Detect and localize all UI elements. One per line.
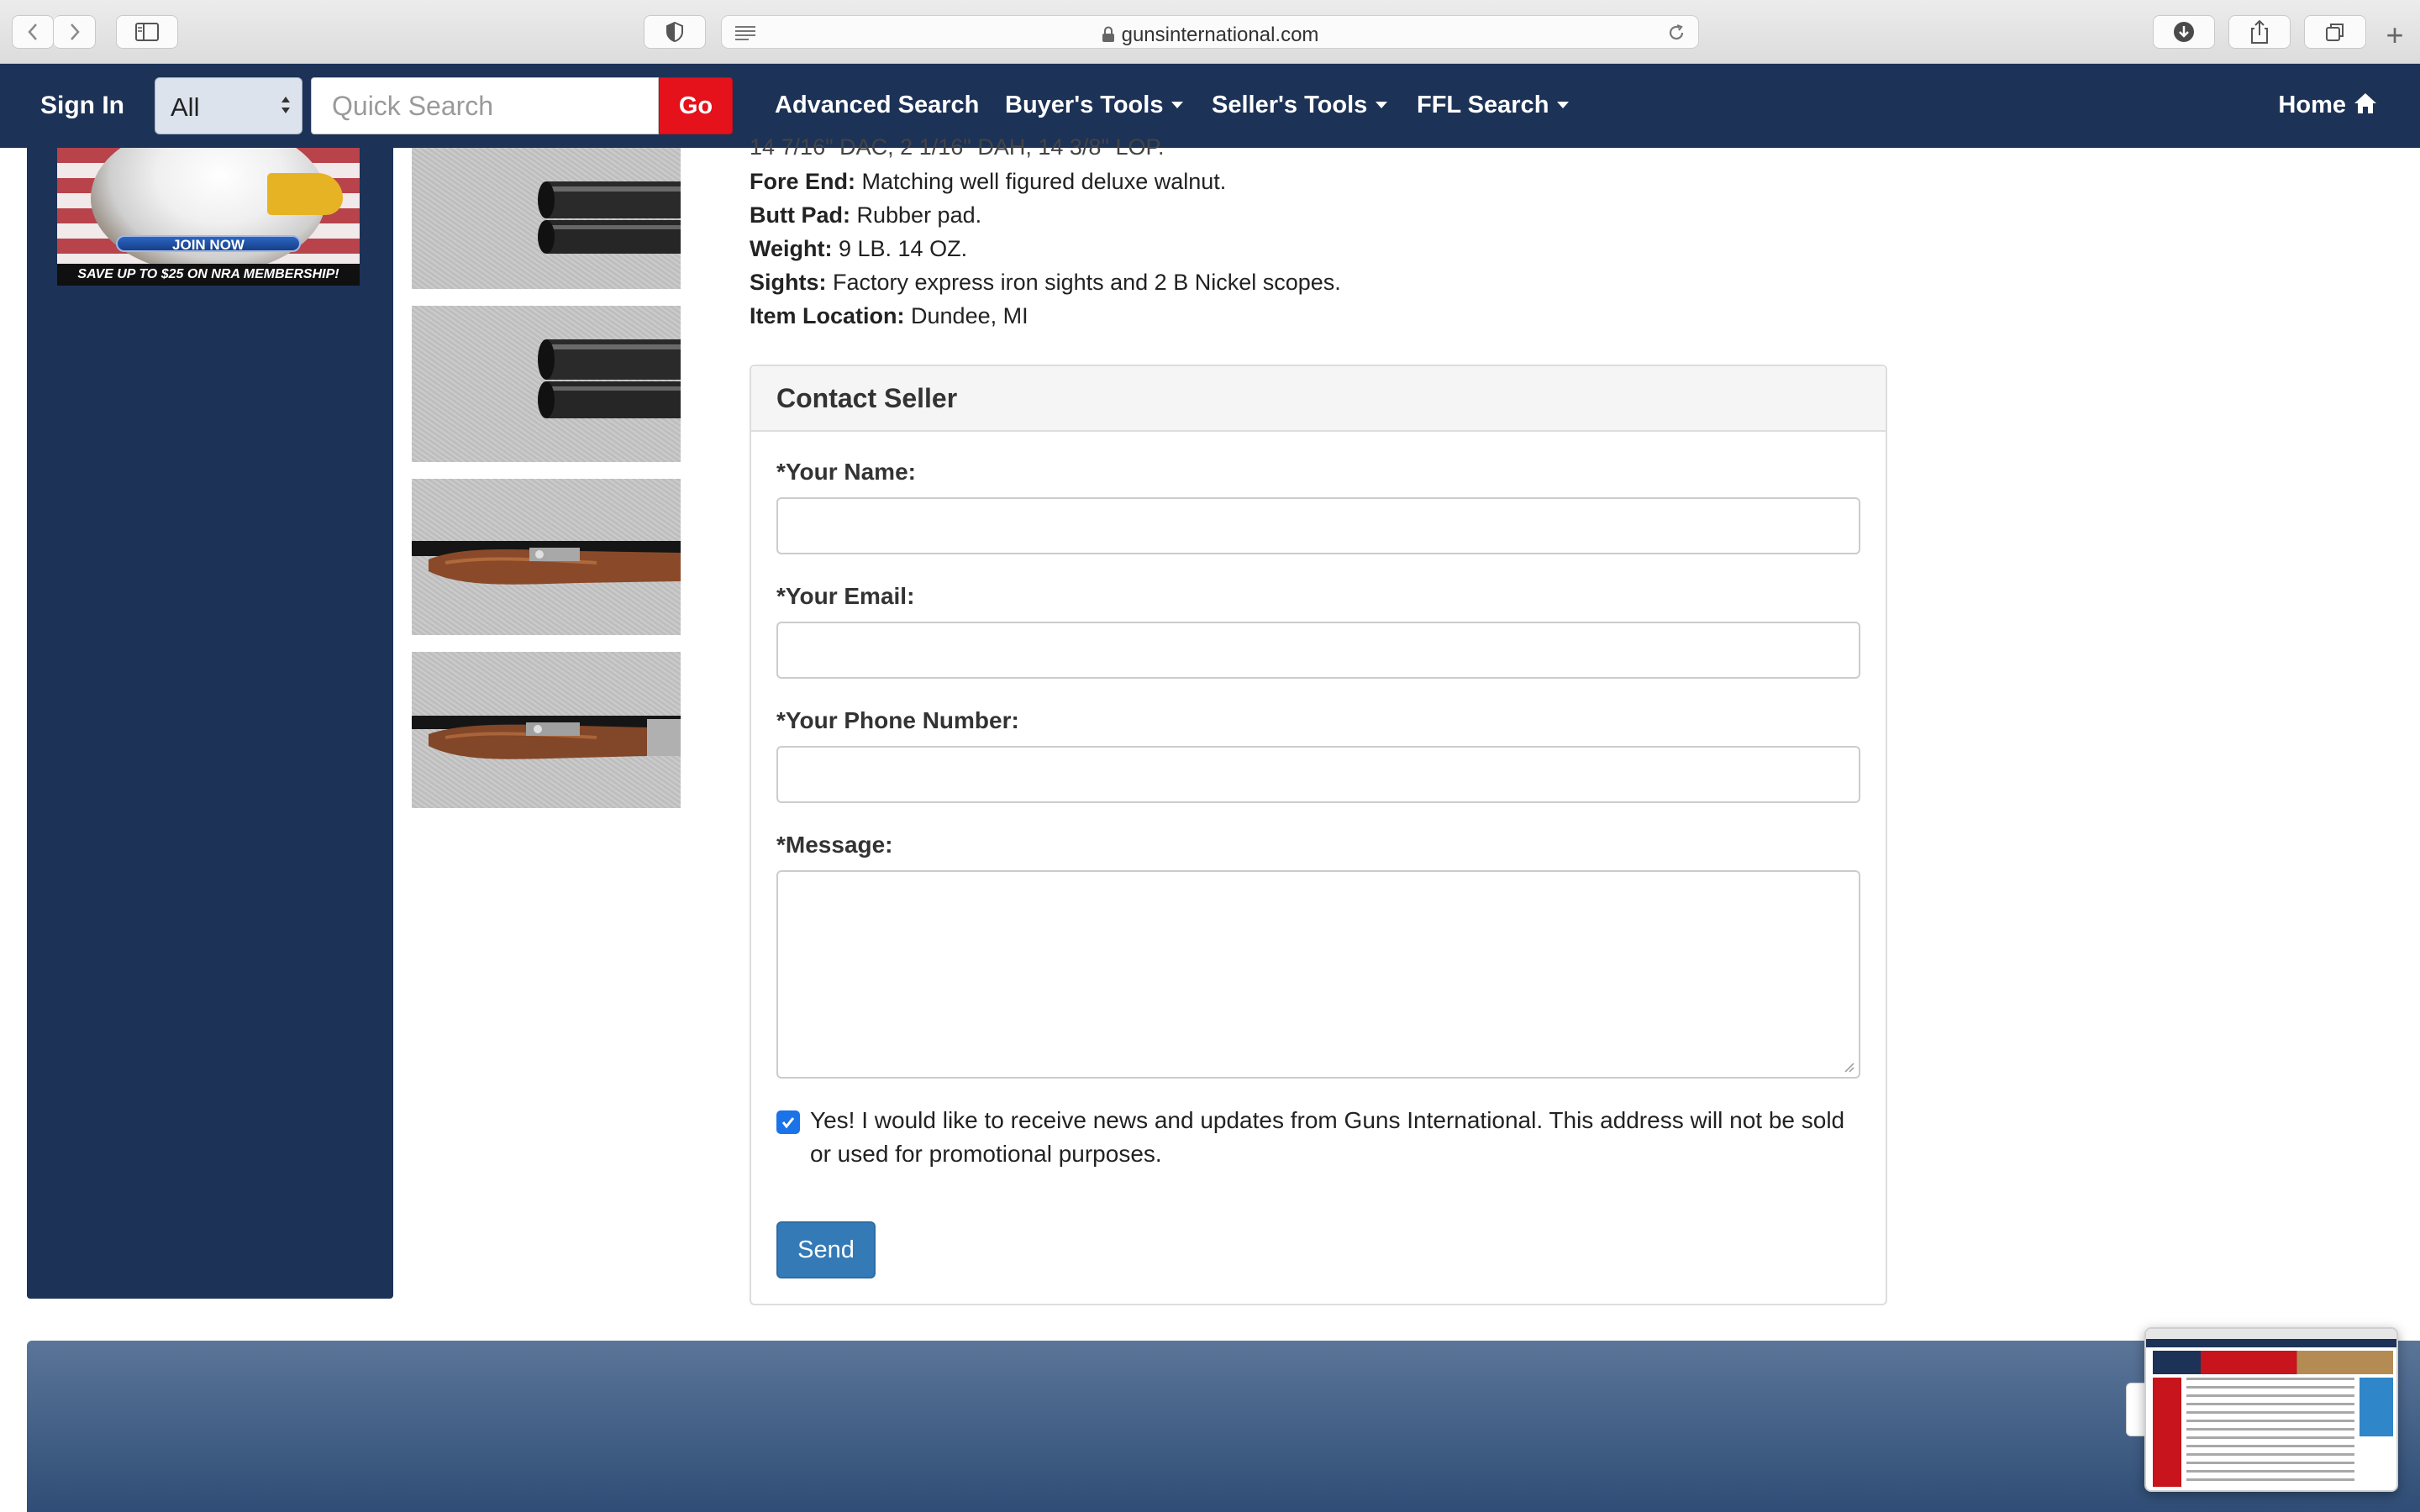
caret-down-icon [1171,102,1184,108]
forward-button[interactable] [54,15,96,49]
gallery-thumbnail[interactable] [412,148,681,289]
site-navbar: Sign In All Go Advanced Search Buyer's T… [0,64,2420,148]
download-icon [2174,22,2194,42]
buyers-tools-label: Buyer's Tools [1005,92,1164,118]
show-tabs-button[interactable] [2304,15,2366,49]
category-select[interactable]: All [155,77,302,134]
detail-value: Rubber pad. [856,202,982,228]
detail-row-sights: Sights: Factory express iron sights and … [750,265,1758,299]
caret-down-icon [1557,102,1570,108]
panel-title: Contact Seller [776,383,958,413]
privacy-report-button[interactable] [644,15,706,49]
sign-in-link[interactable]: Sign In [40,92,124,120]
page-preview-thumbnail[interactable] [2144,1327,2398,1492]
preview-banner [2153,1351,2393,1374]
select-arrows-icon [281,97,290,113]
preview-navbar [2146,1339,2396,1347]
shotgun-stock-image [412,716,681,759]
go-button[interactable]: Go [659,77,733,134]
listing-detail-partial: 14 7/16" DAC, 2 1/16" DAH, 14 3/8" LOP. [750,134,1165,160]
url-display: gunsinternational.com [722,24,1698,47]
join-now-button[interactable]: JOIN NOW [116,235,301,253]
sellers-tools-label: Seller's Tools [1212,92,1368,118]
back-icon [28,24,37,40]
downloads-button[interactable] [2153,15,2215,49]
new-tab-button[interactable]: + [2378,18,2412,52]
sidebar-icon [135,23,159,41]
detail-label: Item Location: [750,303,905,328]
detail-value: Factory express iron sights and 2 B Nick… [833,270,1341,295]
share-button[interactable] [2228,15,2291,49]
address-bar[interactable]: gunsinternational.com [721,15,1699,49]
page-footer [27,1341,2420,1512]
preview-right-column [2360,1378,2393,1436]
name-field[interactable] [776,497,1860,554]
email-label: *Your Email: [776,583,915,609]
tabs-icon [2326,24,2344,41]
opt-in-checkbox[interactable] [776,1110,800,1134]
left-sidebar: JOIN NOW SAVE UP TO $25 ON NRA MEMBERSHI… [27,148,393,1299]
caret-down-icon [1376,102,1388,108]
detail-row-butt-pad: Butt Pad: Rubber pad. [750,198,1758,232]
ffl-search-label: FFL Search [1417,92,1549,118]
detail-value: Dundee, MI [911,303,1028,328]
preview-sidebar [2153,1378,2181,1487]
message-textarea[interactable] [776,870,1860,1079]
category-select-value: All [171,92,200,122]
url-text: gunsinternational.com [1121,24,1319,46]
preview-browser-bar [2146,1329,2396,1339]
advanced-search-link[interactable]: Advanced Search [775,92,979,119]
preview-handle[interactable] [2126,1383,2146,1436]
check-icon [781,1117,795,1129]
phone-field[interactable] [776,746,1860,803]
back-button[interactable] [12,15,54,49]
quick-search-input[interactable] [311,77,659,134]
send-button[interactable]: Send [776,1221,876,1278]
buyers-tools-menu[interactable]: Buyer's Tools [1005,92,1184,119]
plus-icon: + [2386,18,2404,52]
email-field[interactable] [776,622,1860,679]
message-label: *Message: [776,832,893,858]
detail-label: Butt Pad: [750,202,850,228]
shield-icon [666,21,683,43]
browser-toolbar: gunsinternational.com + [0,0,2420,64]
ad-tagline: SAVE UP TO $25 ON NRA MEMBERSHIP! [57,264,360,286]
home-icon [2354,93,2376,113]
listing-details: Fore End: Matching well figured deluxe w… [750,165,1758,333]
detail-value: Matching well figured deluxe walnut. [861,169,1227,194]
detail-row-fore-end: Fore End: Matching well figured deluxe w… [750,165,1758,198]
phone-label: *Your Phone Number: [776,707,1019,733]
home-link[interactable]: Home [2278,92,2378,119]
shotgun-barrels-image [538,339,681,418]
name-label: *Your Name: [776,459,916,485]
detail-row-item-location: Item Location: Dundee, MI [750,299,1758,333]
gallery-thumbnail[interactable] [412,479,681,635]
advanced-search-label: Advanced Search [775,92,980,118]
resize-grip-icon[interactable] [1844,1062,1855,1074]
lock-icon [1102,26,1114,42]
reload-icon[interactable] [1666,23,1686,43]
shotgun-barrels-image [538,181,681,254]
detail-row-weight: Weight: 9 LB. 14 OZ. [750,232,1758,265]
detail-label: Sights: [750,270,827,295]
shotgun-stock-image [412,541,681,585]
detail-label: Weight: [750,236,833,261]
sidebar-toggle-button[interactable] [116,15,178,49]
detail-label: Fore End: [750,169,855,194]
detail-value: 9 LB. 14 OZ. [839,236,968,261]
gallery-thumbnail[interactable] [412,652,681,808]
nra-membership-ad[interactable]: JOIN NOW SAVE UP TO $25 ON NRA MEMBERSHI… [57,148,360,286]
ffl-search-menu[interactable]: FFL Search [1417,92,1570,119]
gallery-thumbnail[interactable] [412,306,681,462]
preview-content [2186,1378,2354,1487]
eagle-beak-image [267,173,343,215]
sellers-tools-menu[interactable]: Seller's Tools [1212,92,1388,119]
home-label: Home [2278,92,2346,118]
share-icon [2251,19,2268,44]
panel-header: Contact Seller [751,366,1886,432]
contact-seller-panel: Contact Seller *Your Name: *Your Email: … [750,365,1887,1305]
opt-in-label[interactable]: Yes! I would like to receive news and up… [810,1104,1869,1171]
forward-icon [70,24,80,40]
